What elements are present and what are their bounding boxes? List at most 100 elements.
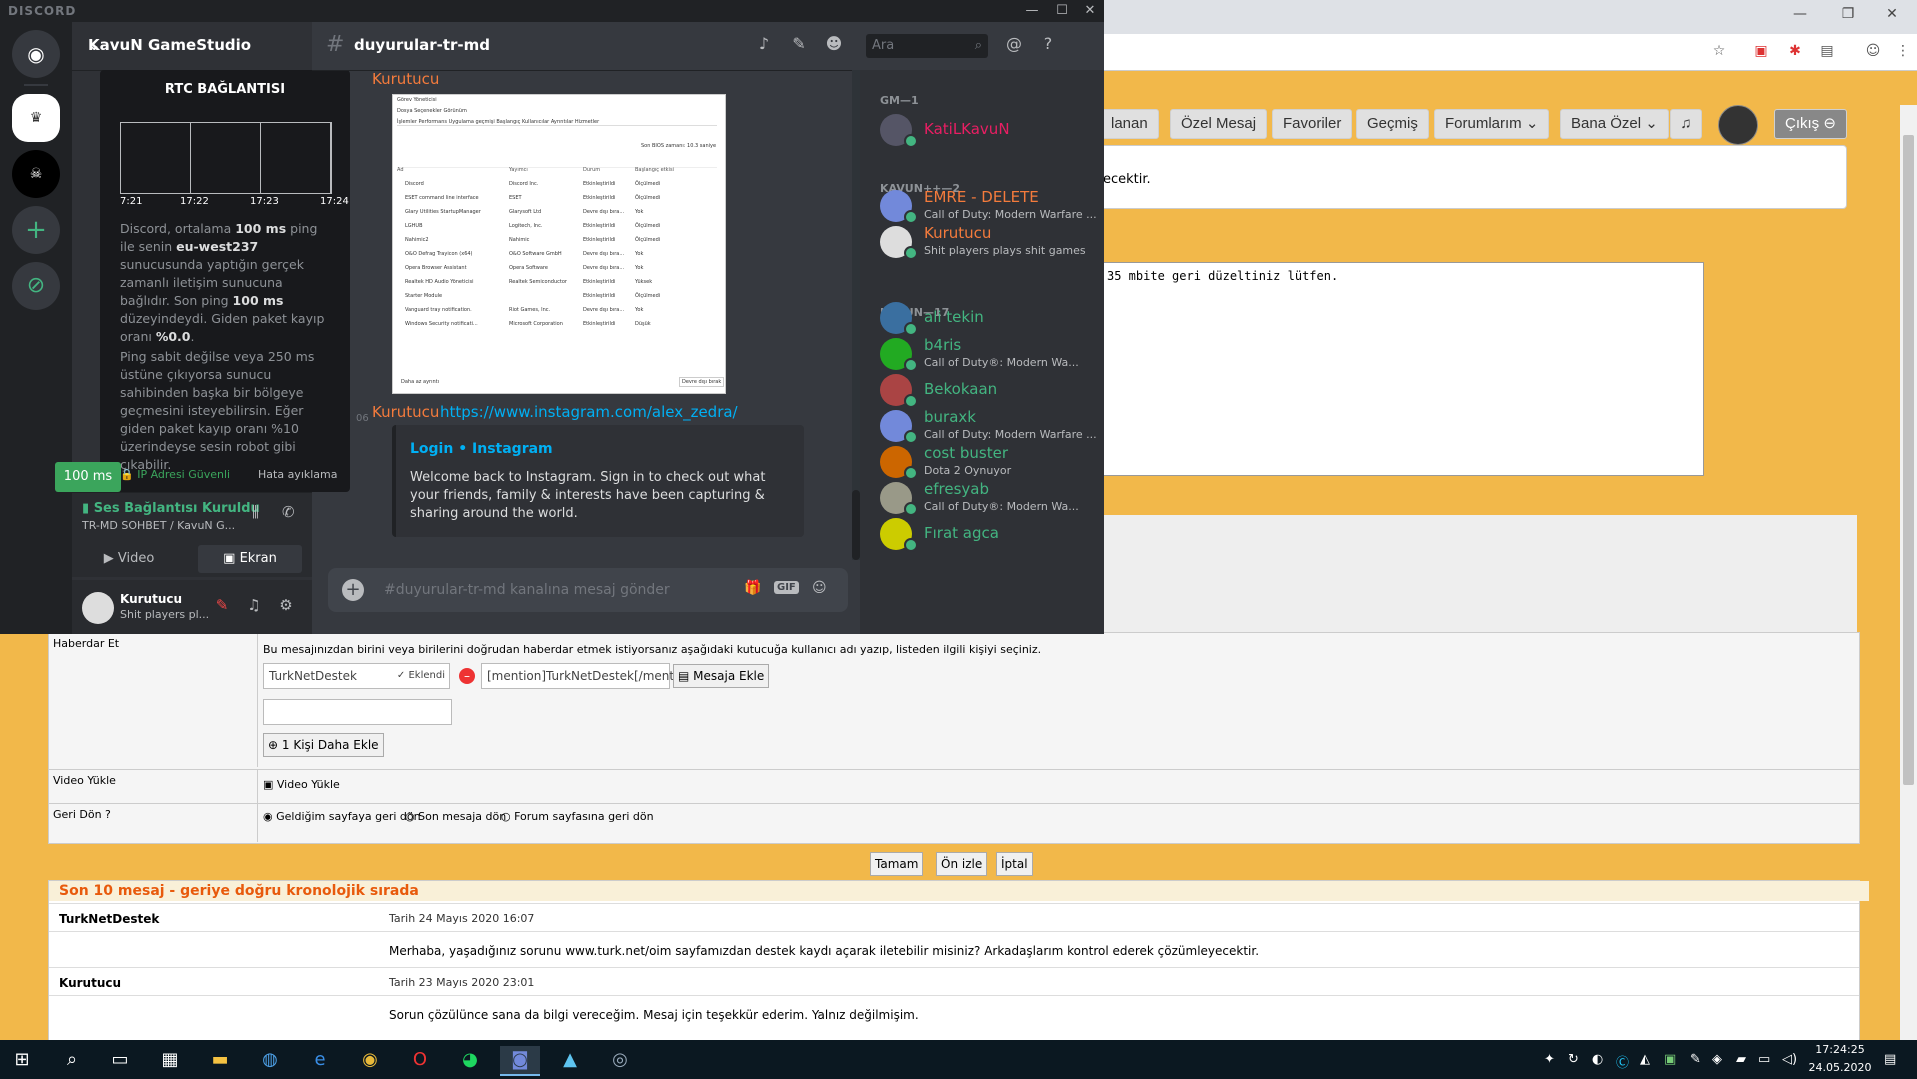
add-to-message-button[interactable]: ▤ Mesaja Ekle [673,664,770,688]
task-view-icon[interactable]: ▭ [106,1046,134,1074]
add-person-button[interactable]: ⊕ 1 Kişi Daha Ekle [263,733,384,757]
embed-title[interactable]: Login • Instagram [410,441,553,457]
help-icon[interactable]: ? [1036,34,1060,53]
mention-code-field[interactable]: [mention]TurkNetDestek[/mention] [481,663,697,689]
minimize-icon[interactable]: — [1018,2,1046,20]
nav-favorites[interactable]: Favoriler [1272,109,1353,139]
gift-icon[interactable]: 🎁 [744,580,761,596]
return-option-2[interactable]: ○ Son mesaja dön [405,810,506,823]
network-icon[interactable]: ▭ [1758,1052,1770,1067]
notifications-icon[interactable]: ▤ [1884,1052,1896,1067]
ok-button[interactable]: Tamam [870,852,924,876]
tray-icon[interactable]: ✦ [1544,1052,1555,1067]
scrollbar-thumb[interactable] [1903,135,1914,785]
folder-icon[interactable]: ▬ [206,1046,234,1074]
server-icon[interactable]: ☠ [12,150,60,198]
tray-icon[interactable]: ✎ [1690,1052,1701,1067]
disconnect-icon[interactable]: ✆ [282,503,295,521]
opera-icon[interactable]: O [406,1046,434,1074]
logout-button[interactable]: Çıkış ⊖ [1774,109,1847,139]
extension-icon[interactable]: ✱ [1784,40,1806,62]
pin-icon[interactable]: ✎ [787,34,811,53]
restore-icon[interactable]: ❐ [1828,6,1868,28]
emoji-icon[interactable]: ☺ [812,580,827,596]
tray-icon[interactable]: ◭ [1640,1052,1650,1067]
bell-icon[interactable]: ♫ [1670,109,1702,139]
screen-share-button[interactable]: ▣ Ekran [198,545,302,573]
star-icon[interactable]: ☆ [1708,40,1730,62]
discord-taskbar-icon[interactable]: ◙ [500,1046,540,1076]
member-item[interactable]: efresyab Call of Duty®: Modern Wa... [860,480,1104,522]
add-attachment-icon[interactable]: + [342,579,364,601]
server-kavun-icon[interactable]: ♛ [12,94,60,142]
remove-icon[interactable]: – [459,668,475,684]
members-icon[interactable]: ☻ [822,34,846,53]
search-input[interactable]: Ara ⌕ [866,34,988,58]
clock-time[interactable]: 17:24:25 [1810,1043,1870,1056]
mention-icon[interactable]: @ [1002,34,1026,53]
member-item[interactable]: Kurutucu Shit players plays shit games [860,224,1104,266]
member-item[interactable]: ali tekin [860,302,1104,342]
nav-history[interactable]: Geçmiş [1356,109,1429,139]
tray-icon[interactable]: ↻ [1568,1052,1579,1067]
message-input[interactable]: + #duyurular-tr-md kanalına mesaj gönder… [328,568,848,612]
headphones-icon[interactable]: ♫ [244,596,264,614]
preview-button[interactable]: Ön izle [936,852,988,876]
mute-icon[interactable]: ✎ [212,596,232,614]
chrome-icon[interactable]: ◉ [356,1046,384,1074]
member-item[interactable]: KatiLKavuN [860,114,1104,154]
attachment-image[interactable]: Görev Yöneticisi Dosya Seçenekler Görünü… [392,94,726,394]
message-author[interactable]: Kurutucu [372,403,439,421]
voice-channel[interactable]: TR-MD SOHBET / KavuN G... [82,519,235,532]
gif-button[interactable]: GIF [774,581,799,594]
cancel-button[interactable]: İptal [996,852,1033,876]
store-icon[interactable]: ▦ [156,1046,184,1074]
tray-icon[interactable]: Ⓒ [1616,1052,1629,1071]
nav-my-forums[interactable]: Forumlarım ⌄ [1434,109,1550,139]
avatar[interactable] [82,592,114,624]
profile-icon[interactable]: ☺ [1862,40,1884,62]
avatar[interactable] [1718,105,1758,145]
message-author[interactable]: Kurutucu [372,70,439,88]
return-option-1[interactable]: ◉ Geldiğim sayfaya geri dön [263,810,421,823]
add-server-icon[interactable]: + [12,206,60,254]
scrollbar-thumb[interactable] [852,490,860,560]
message-editor[interactable]: 35 mbite geri düzeltiniz lütfen. [1100,262,1704,476]
steam-icon[interactable]: ◎ [606,1046,634,1074]
spotify-icon[interactable]: ◕ [456,1046,484,1074]
windows-start-icon[interactable]: ⊞ [8,1046,36,1074]
gear-icon[interactable]: ⚙ [276,596,296,614]
member-item[interactable]: Bekokaan [860,374,1104,414]
extension-icon[interactable]: ▣ [1750,40,1772,62]
maximize-icon[interactable]: ☐ [1048,2,1076,20]
tray-icon[interactable]: ▰ [1736,1052,1746,1067]
tray-icon[interactable]: ◐ [1592,1052,1603,1067]
nvidia-icon[interactable]: ▣ [1664,1052,1676,1067]
qbittorrent-icon[interactable]: ◍ [256,1046,284,1074]
message-scrollbar[interactable] [852,70,860,560]
mention-user-field[interactable]: TurkNetDestek ✓ Eklendi [263,663,450,689]
tray-icon[interactable]: ◈ [1712,1052,1722,1067]
discord-home-icon[interactable]: ◉ [12,30,60,78]
member-item[interactable]: Fırat agca [860,518,1104,558]
close-icon[interactable]: ✕ [1872,6,1912,28]
nav-item[interactable]: lanan [1100,109,1159,139]
extension-icon[interactable]: ▤ [1816,40,1838,62]
message-link[interactable]: https://www.instagram.com/alex_zedra/ [440,403,738,421]
minimize-icon[interactable]: — [1780,6,1820,28]
video-button[interactable]: ▶ Video [82,545,176,573]
server-header[interactable]: KavuN GameStudio ⌄ [72,22,312,71]
bell-icon[interactable]: ♪ [752,34,776,53]
search-icon[interactable]: ⌕ [58,1046,86,1074]
app-icon[interactable]: ▲ [556,1046,584,1074]
video-upload-button[interactable]: ▣ Video Yükle [263,778,340,791]
edge-icon[interactable]: e [306,1046,334,1074]
clock-date[interactable]: 24.05.2020 [1808,1061,1872,1074]
waveform-icon[interactable]: ⫼ [252,503,259,521]
member-item[interactable]: b4ris Call of Duty®: Modern Wa... [860,336,1104,378]
mention-search-input[interactable] [263,699,452,725]
explore-icon[interactable]: ⊘ [12,262,60,310]
return-option-3[interactable]: ○ Forum sayfasına geri dön [501,810,654,823]
menu-icon[interactable]: ⋮ [1892,40,1914,62]
volume-icon[interactable]: ◁) [1782,1052,1797,1067]
